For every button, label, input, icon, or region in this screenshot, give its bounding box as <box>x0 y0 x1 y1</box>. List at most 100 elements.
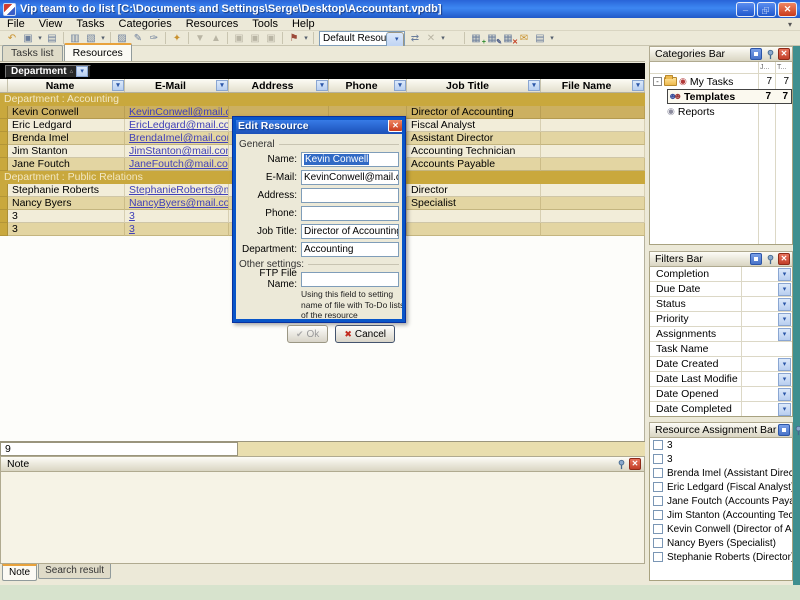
flag-icon[interactable]: ⚑ <box>286 32 302 45</box>
email-link[interactable]: EricLedgard@mail.com <box>129 119 229 131</box>
pin-icon[interactable] <box>764 48 776 60</box>
filter-dropdown-icon[interactable]: ▾ <box>778 373 791 386</box>
pin-icon[interactable] <box>792 424 800 436</box>
menu-file[interactable]: File <box>0 18 32 30</box>
department-field[interactable]: Accounting <box>301 242 399 257</box>
ftp-file-name-field[interactable] <box>301 272 399 287</box>
tool2-icon[interactable]: ▣ <box>247 32 263 45</box>
tree-item-templates[interactable]: ☻☻ Templates 7 7 <box>667 89 792 104</box>
filter-dropdown-icon[interactable]: ▾ <box>778 328 791 341</box>
tree-item-my-tasks[interactable]: - ◉ My Tasks 7 7 <box>650 74 792 89</box>
cancel-button[interactable]: ✖Cancel <box>335 325 395 343</box>
job-title-field[interactable]: Director of Accounting <box>301 224 399 239</box>
move-down-icon[interactable]: ▼ <box>192 32 208 45</box>
col-header-phone[interactable]: Phone▾ <box>329 79 407 92</box>
refresh-icon[interactable]: ⇄ <box>407 32 423 45</box>
delete-resource-icon[interactable]: ▦✕ <box>500 32 516 45</box>
note-content[interactable] <box>0 472 645 564</box>
key-icon[interactable]: ✦ <box>169 32 185 45</box>
email-filter-icon[interactable]: ▾ <box>216 80 228 91</box>
email-link[interactable]: NancyByers@mail.com <box>129 197 229 209</box>
list-item[interactable]: 3 <box>650 438 792 452</box>
list-item[interactable]: Brenda Imel (Assistant Director) <box>650 466 792 480</box>
new-icon[interactable]: ▣ <box>20 32 36 45</box>
dock-icon[interactable] <box>750 253 762 265</box>
email-link[interactable]: 3 <box>129 223 135 235</box>
print-dropdown-icon[interactable]: ▾ <box>99 34 107 42</box>
email-link[interactable]: 3 <box>129 210 135 222</box>
checkbox[interactable] <box>653 468 663 478</box>
tab-note[interactable]: Note <box>2 564 37 581</box>
checkbox[interactable] <box>653 496 663 506</box>
collapse-icon[interactable]: - <box>653 77 662 86</box>
checkbox[interactable] <box>653 510 663 520</box>
close-icon[interactable]: ✕ <box>778 48 790 60</box>
dock-icon[interactable] <box>778 424 790 436</box>
col-header-job-title[interactable]: Job Title▾ <box>407 79 541 92</box>
dialog-close-icon[interactable]: ✕ <box>388 119 403 132</box>
filter-dropdown-icon[interactable]: ▾ <box>778 313 791 326</box>
menu-tools[interactable]: Tools <box>245 18 285 30</box>
filter-dropdown-icon[interactable]: ▾ <box>778 358 791 371</box>
name-field[interactable]: Kevin Conwell <box>301 152 399 167</box>
list-item[interactable]: Kevin Conwell (Director of Accounting) <box>650 522 792 536</box>
pin-icon[interactable] <box>764 253 776 265</box>
list-item[interactable]: Stephanie Roberts (Director) <box>650 550 792 564</box>
department-dropdown-icon[interactable]: ▾ <box>76 66 88 77</box>
filter-dropdown-icon[interactable]: ▾ <box>778 298 791 311</box>
group-header-accounting[interactable]: Department : Accounting <box>0 93 645 106</box>
email-link[interactable]: BrendaImel@mail.com <box>129 132 229 144</box>
new-dropdown-icon[interactable]: ▾ <box>36 34 44 42</box>
ok-button[interactable]: ✔Ok <box>287 325 328 343</box>
address-filter-icon[interactable]: ▾ <box>316 80 328 91</box>
right-dropdown-icon[interactable]: ▾ <box>548 34 556 42</box>
email-link[interactable]: JaneFoutch@mail.com <box>129 158 229 170</box>
edit-icon[interactable]: ✎ <box>130 32 146 45</box>
tab-search-result[interactable]: Search result <box>38 564 111 579</box>
col-header-name[interactable]: Name▾ <box>8 79 125 92</box>
email-link[interactable]: JimStanton@mail.com <box>129 145 229 157</box>
col-header-email[interactable]: E-Mail▾ <box>125 79 229 92</box>
tab-resources[interactable]: Resources <box>64 43 132 61</box>
email-link[interactable]: StephanieRoberts@mail.com <box>129 184 229 196</box>
list-item[interactable]: 3 <box>650 452 792 466</box>
filter-dropdown-icon[interactable]: ▾ <box>778 388 791 401</box>
more-dropdown-icon[interactable]: ▾ <box>439 34 447 42</box>
name-filter-icon[interactable]: ▾ <box>112 80 124 91</box>
tab-tasks-list[interactable]: Tasks list <box>2 45 63 61</box>
edit-resource-icon[interactable]: ▦✎ <box>484 32 500 45</box>
address-field[interactable] <box>301 188 399 203</box>
close-icon[interactable]: ✕ <box>778 253 790 265</box>
minimize-button[interactable]: _ <box>736 2 755 17</box>
list-item[interactable]: Jane Foutch (Accounts Payable) <box>650 494 792 508</box>
restore-button[interactable]: □ <box>757 2 776 17</box>
filter-dropdown-icon[interactable]: ▾ <box>778 268 791 281</box>
add-resource-icon[interactable]: ▦+ <box>468 32 484 45</box>
move-up-icon[interactable]: ▲ <box>208 32 224 45</box>
pin-icon[interactable] <box>615 458 627 470</box>
col-header-file-name[interactable]: File Name▾ <box>541 79 645 92</box>
undo-icon[interactable]: ↶ <box>4 32 20 45</box>
tree-item-reports[interactable]: ◉ Reports <box>650 104 792 119</box>
tool3-icon[interactable]: ▣ <box>263 32 279 45</box>
checkbox[interactable] <box>653 482 663 492</box>
phone-field[interactable] <box>301 206 399 221</box>
filter-dropdown-icon[interactable]: ▾ <box>778 403 791 416</box>
menu-tasks[interactable]: Tasks <box>69 18 111 30</box>
default-resource-combobox[interactable]: Default Resou ▾ <box>319 31 405 46</box>
list-item[interactable]: Eric Ledgard (Fiscal Analyst) <box>650 480 792 494</box>
checkbox[interactable] <box>653 552 663 562</box>
menu-categories[interactable]: Categories <box>112 18 179 30</box>
clear-icon[interactable]: ✕ <box>423 32 439 45</box>
filter-dropdown-icon[interactable]: ▾ <box>778 283 791 296</box>
col-header-address[interactable]: Address▾ <box>229 79 329 92</box>
dock-icon[interactable] <box>750 48 762 60</box>
stamp-icon[interactable]: ✑ <box>146 32 162 45</box>
email-field[interactable]: KevinConwell@mail.com <box>301 170 399 185</box>
checkbox[interactable] <box>653 454 663 464</box>
group-by-department-button[interactable]: Department ▵ ▾ <box>5 65 91 78</box>
menu-view[interactable]: View <box>32 18 70 30</box>
job-filter-icon[interactable]: ▾ <box>528 80 540 91</box>
file-filter-icon[interactable]: ▾ <box>632 80 644 91</box>
flag-dropdown-icon[interactable]: ▾ <box>302 34 310 42</box>
